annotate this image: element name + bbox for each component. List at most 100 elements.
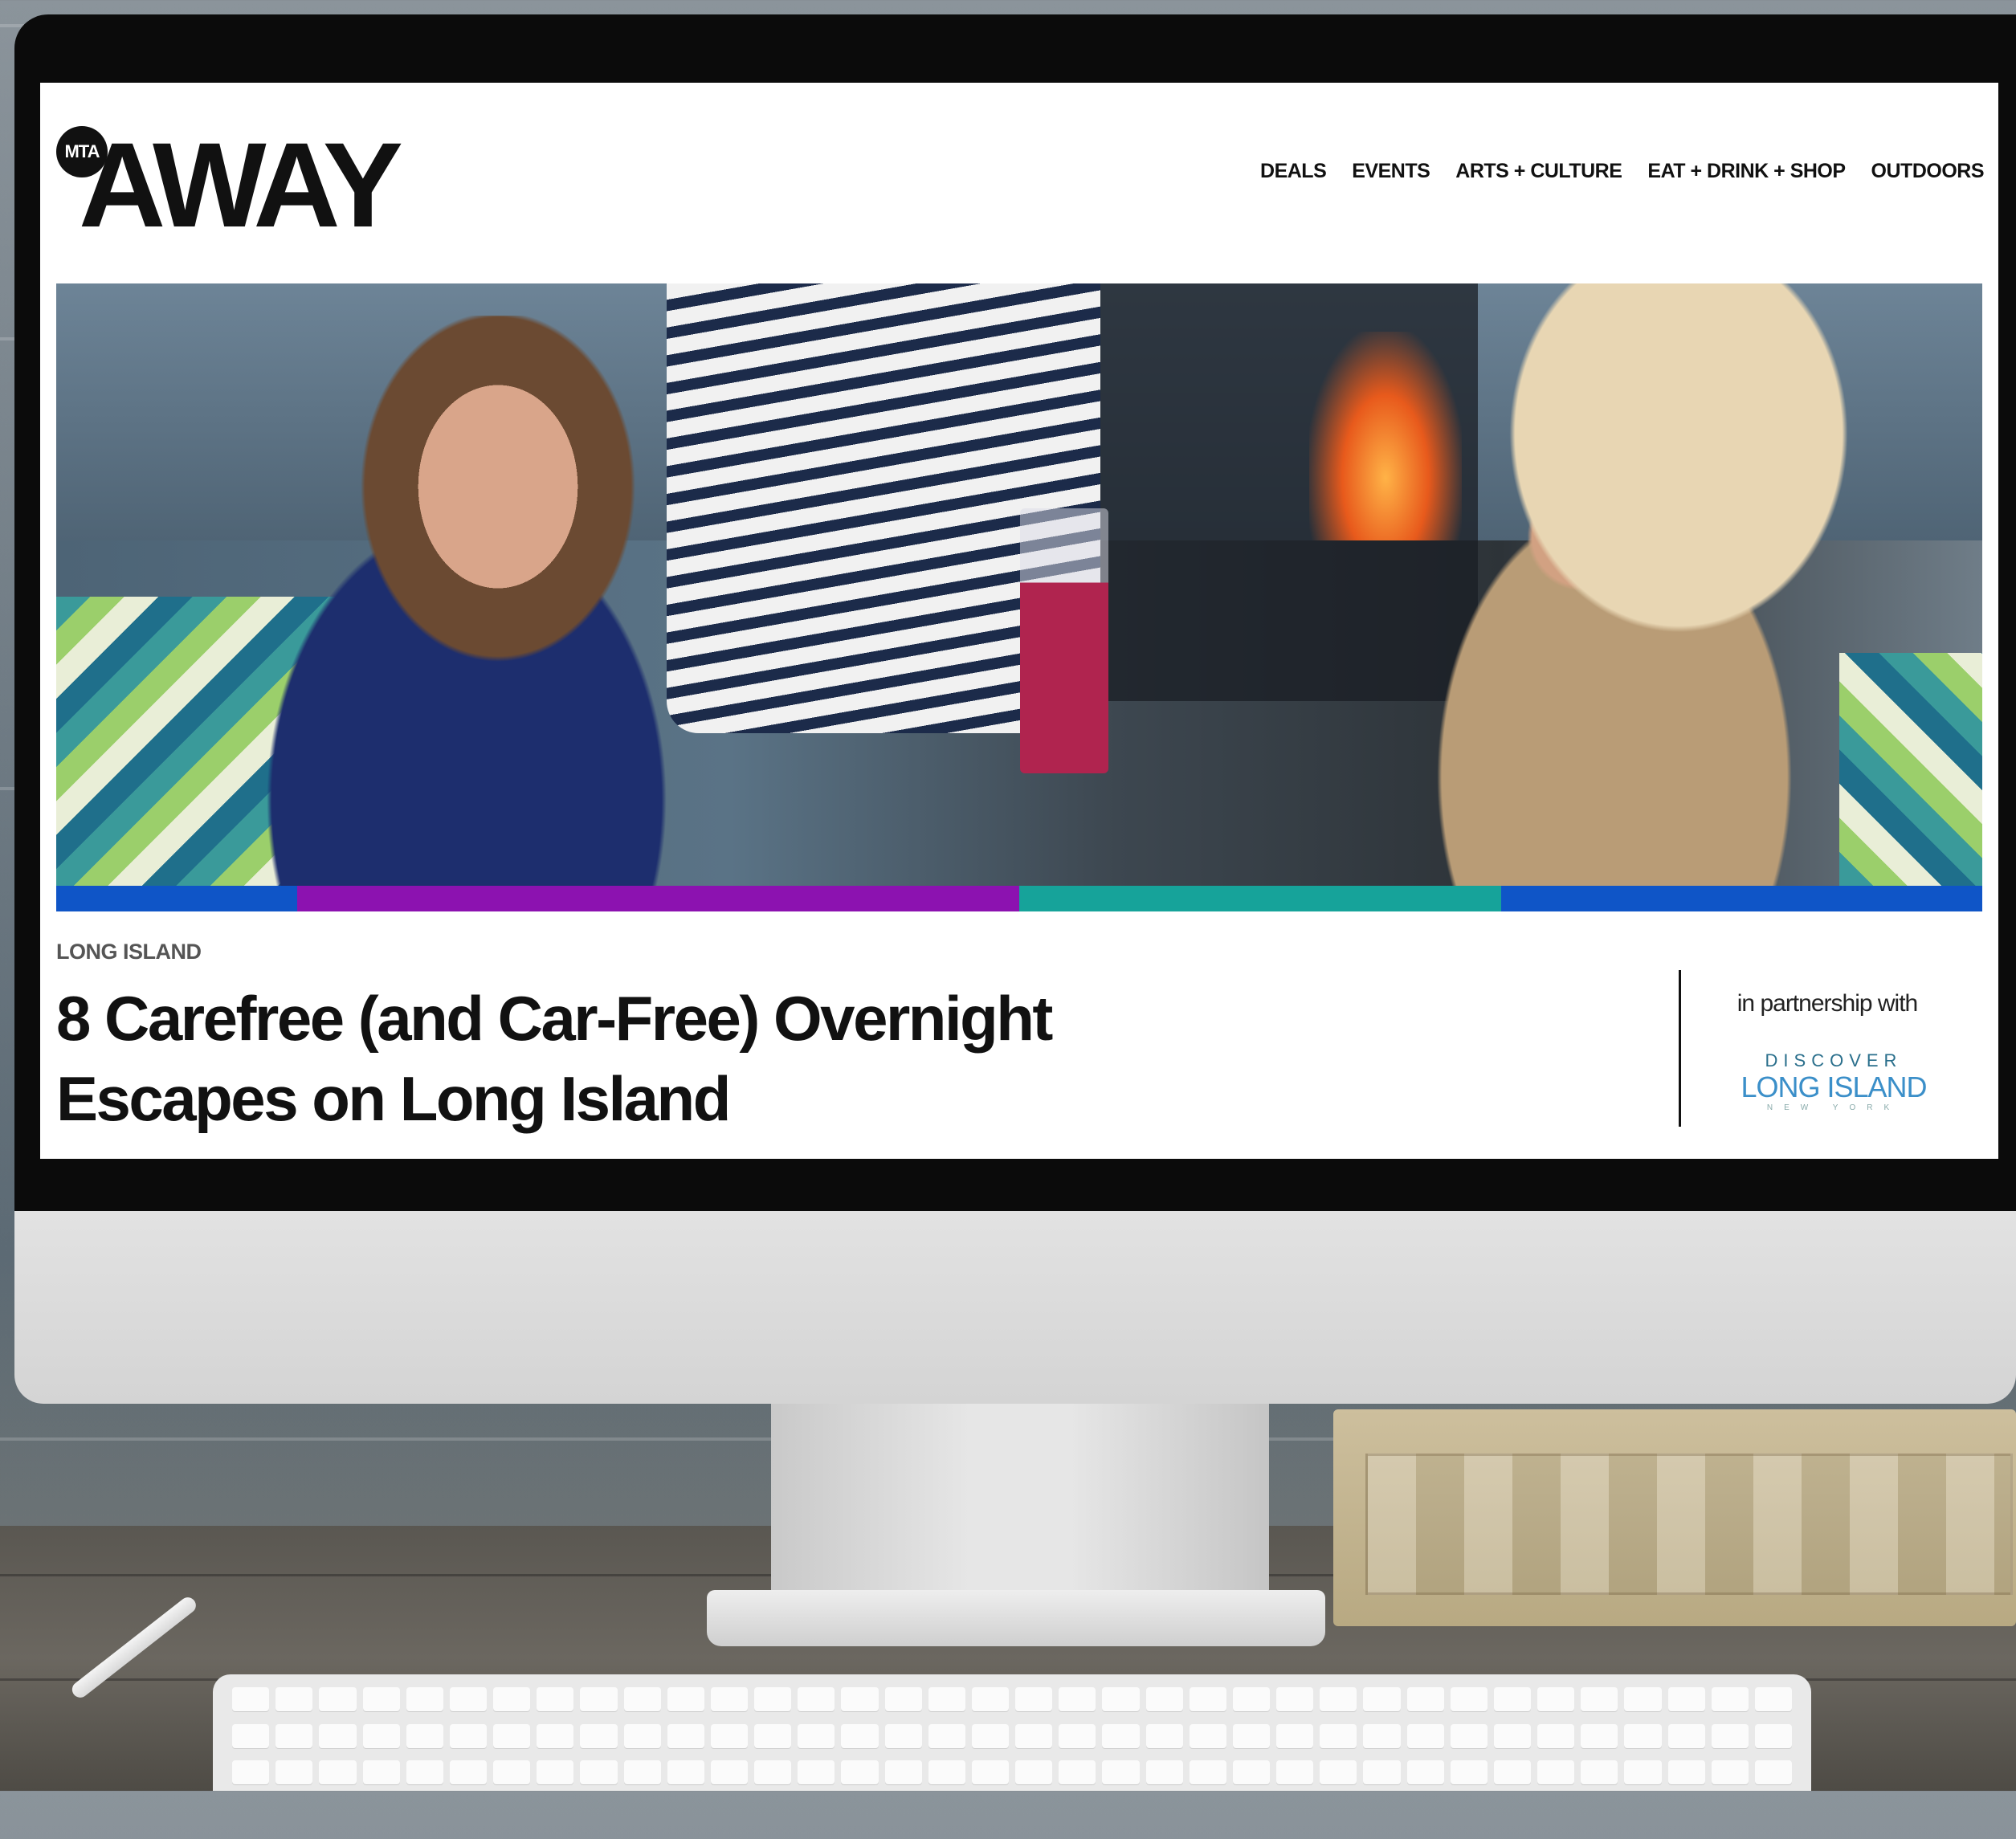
- keyboard-key: [1059, 1723, 1096, 1748]
- keyboard-key: [710, 1760, 748, 1785]
- keyboard-key: [1189, 1723, 1226, 1748]
- keyboard-key: [1581, 1723, 1618, 1748]
- site-header: AWAY MTA DEALS EVENTS ARTS + CULTURE EAT…: [40, 83, 1998, 283]
- keyboard-key: [362, 1723, 400, 1748]
- keyboard-key: [1145, 1723, 1183, 1748]
- keyboard-key: [1624, 1760, 1662, 1785]
- keyboard-key: [1711, 1760, 1749, 1785]
- keyboard-key: [1493, 1687, 1531, 1711]
- keyboard-key: [1711, 1687, 1749, 1711]
- keyboard-key: [1450, 1687, 1488, 1711]
- nav-item-events[interactable]: EVENTS: [1352, 160, 1430, 183]
- keyboard-key: [884, 1760, 922, 1785]
- nav-item-deals[interactable]: DEALS: [1260, 160, 1327, 183]
- nav-item-outdoors[interactable]: OUTDOORS: [1871, 160, 1985, 183]
- keyboard-key: [1059, 1760, 1096, 1785]
- keyboard-key: [1232, 1760, 1270, 1785]
- keyboard-key: [493, 1760, 531, 1785]
- keyboard-key: [1276, 1687, 1314, 1711]
- keyboard-key: [841, 1687, 879, 1711]
- mta-away-logo[interactable]: AWAY MTA: [56, 121, 442, 258]
- keyboard-key: [1363, 1687, 1401, 1711]
- keyboard-key: [1493, 1760, 1531, 1785]
- keyboard-key: [1015, 1687, 1053, 1711]
- keyboard-key: [1059, 1687, 1096, 1711]
- keyboard-key: [971, 1687, 1009, 1711]
- keyboard-key: [319, 1687, 357, 1711]
- keyboard-key: [232, 1760, 270, 1785]
- keyboard-key: [449, 1687, 487, 1711]
- hero-woman-left: [185, 316, 811, 886]
- partner-logo-new-york: NEW YORK: [1766, 1103, 1901, 1112]
- keyboard-key: [319, 1723, 357, 1748]
- keyboard-key: [1581, 1760, 1618, 1785]
- browser-screen: AWAY MTA DEALS EVENTS ARTS + CULTURE EAT…: [40, 83, 1998, 1159]
- keyboard-key: [232, 1723, 270, 1748]
- keyboard-key: [362, 1687, 400, 1711]
- keyboard-key: [798, 1687, 835, 1711]
- nav-item-arts-culture[interactable]: ARTS + CULTURE: [1455, 160, 1622, 183]
- keyboard-key: [580, 1760, 618, 1785]
- partner-label: in partnership with: [1736, 990, 1918, 1017]
- keyboard-key: [710, 1687, 748, 1711]
- keyboard-key: [754, 1723, 792, 1748]
- keyboard-key: [1189, 1687, 1226, 1711]
- keyboard-key: [841, 1723, 879, 1748]
- keyboard-key: [319, 1760, 357, 1785]
- keyboard-key: [1015, 1760, 1053, 1785]
- color-stripe-segment: [296, 886, 1019, 911]
- hero-image: [56, 283, 1982, 886]
- keyboard-key: [884, 1687, 922, 1711]
- keyboard-key: [1189, 1760, 1226, 1785]
- keyboard-key: [928, 1723, 965, 1748]
- keyboard-key: [537, 1760, 574, 1785]
- keyboard-key: [275, 1760, 313, 1785]
- keyboard-key: [1102, 1687, 1140, 1711]
- keyboard-key: [232, 1687, 270, 1711]
- keyboard-key: [1711, 1723, 1749, 1748]
- keyboard-key: [1320, 1687, 1357, 1711]
- keyboard-key: [1450, 1760, 1488, 1785]
- keyboard-key: [580, 1687, 618, 1711]
- keyboard-key: [1667, 1760, 1705, 1785]
- keyboard-key: [928, 1687, 965, 1711]
- keyboard-key: [449, 1723, 487, 1748]
- keyboard-key: [623, 1723, 661, 1748]
- monitor-chin: [14, 1211, 2016, 1404]
- keyboard-key: [537, 1687, 574, 1711]
- keyboard-key: [406, 1760, 443, 1785]
- keyboard-key: [1537, 1760, 1575, 1785]
- keyboard-key: [362, 1760, 400, 1785]
- keyboard-key: [493, 1723, 531, 1748]
- partner-logo-long-island: LONG ISLAND: [1741, 1070, 1927, 1103]
- keyboard-key: [1145, 1760, 1183, 1785]
- nav-item-eat-drink-shop[interactable]: EAT + DRINK + SHOP: [1647, 160, 1846, 183]
- keyboard-key: [928, 1760, 965, 1785]
- keyboard-key: [1537, 1687, 1575, 1711]
- keyboard-key: [1015, 1723, 1053, 1748]
- article-category[interactable]: LONG ISLAND: [56, 940, 202, 964]
- keyboard-key: [1406, 1723, 1444, 1748]
- keyboard-key: [710, 1723, 748, 1748]
- keyboard-key: [754, 1687, 792, 1711]
- keyboard-key: [406, 1723, 443, 1748]
- color-stripe-segment: [56, 886, 297, 911]
- keyboard-key: [623, 1687, 661, 1711]
- headline-line-1: 8 Carefree (and Car-Free) Overnight: [56, 983, 1053, 1054]
- keyboard-key: [1102, 1723, 1140, 1748]
- keyboard-key: [1754, 1760, 1792, 1785]
- keyboard-key: [1624, 1687, 1662, 1711]
- keyboard-key: [1493, 1723, 1531, 1748]
- keyboard-key: [1232, 1687, 1270, 1711]
- keyboard-key: [493, 1687, 531, 1711]
- keyboard-key: [1145, 1687, 1183, 1711]
- keyboard-key: [580, 1723, 618, 1748]
- keyboard-key: [971, 1723, 1009, 1748]
- discover-long-island-logo[interactable]: DISCOVER LONG ISLAND NEW YORK: [1717, 1050, 1950, 1112]
- keyboard-key: [798, 1760, 835, 1785]
- monitor-stand: [771, 1404, 1269, 1596]
- keyboard-key: [754, 1760, 792, 1785]
- keyboard-key: [1232, 1723, 1270, 1748]
- keyboard-key: [1363, 1723, 1401, 1748]
- keyboard-key: [971, 1760, 1009, 1785]
